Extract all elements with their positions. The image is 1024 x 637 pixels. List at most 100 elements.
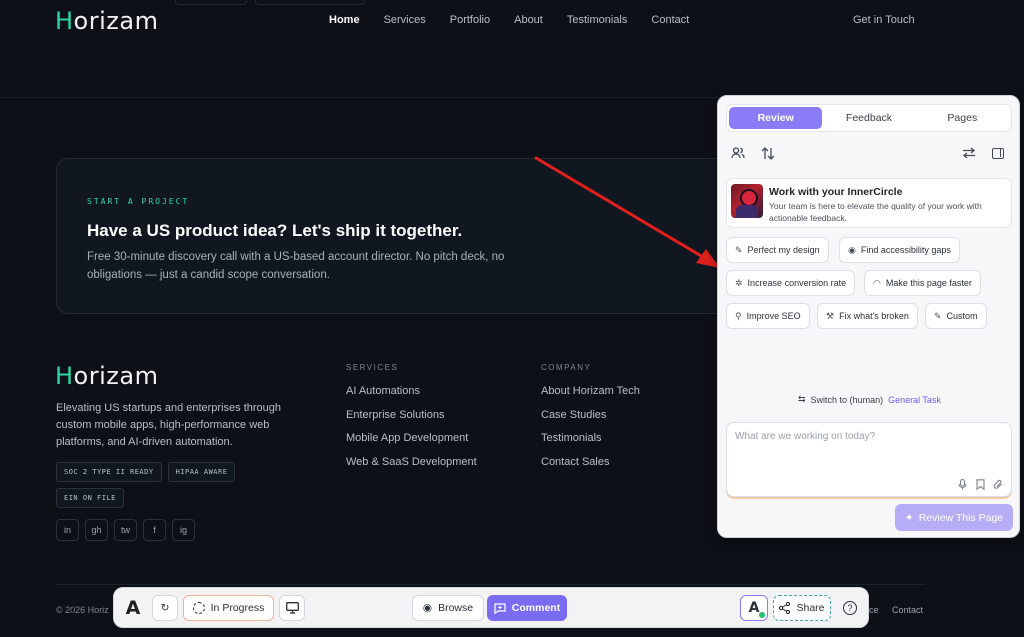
nav-links: Home Services Portfolio About Testimonia… — [329, 14, 689, 26]
service-link-enterprise[interactable]: Enterprise Solutions — [346, 409, 477, 433]
search-icon: ⚲ — [735, 310, 742, 321]
pencil-icon: ✎ — [934, 310, 942, 321]
chip-custom[interactable]: ✎ Custom — [925, 303, 987, 329]
monitor-icon — [285, 602, 299, 614]
eye-icon: ◉ — [848, 244, 856, 255]
chip-label: Make this page faster — [885, 278, 972, 288]
avatar — [731, 184, 763, 218]
general-task-link[interactable]: General Task — [888, 395, 941, 405]
footer-link-partial[interactable]: ce — [869, 605, 879, 615]
badge-soc2: SOC 2 TYPE II READY — [56, 462, 162, 482]
compliance-badges: SOC 2 TYPE II READY HIPAA AWARE EIN ON F… — [56, 462, 256, 508]
chip-seo[interactable]: ⚲ Improve SEO — [726, 303, 810, 329]
nav-link-contact[interactable]: Contact — [651, 14, 689, 26]
nav-link-services[interactable]: Services — [384, 14, 426, 26]
logo-text: orizam — [73, 7, 159, 35]
review-panel: Review Feedback Pages Work with your Inn… — [717, 95, 1020, 538]
badge-ein: EIN ON FILE — [56, 488, 124, 508]
twitter-icon[interactable]: tw — [114, 519, 137, 541]
sort-icon[interactable] — [760, 145, 776, 161]
review-button-label: Review This Page — [918, 511, 1004, 524]
nav-link-home[interactable]: Home — [329, 14, 360, 26]
help-button[interactable]: ? — [838, 595, 862, 621]
bookmark-icon[interactable] — [974, 478, 986, 490]
sparkle-icon: ✲ — [735, 277, 743, 288]
footer-link-contact[interactable]: Contact — [892, 605, 923, 615]
browse-label: Browse — [438, 602, 474, 614]
status-in-progress-button[interactable]: In Progress — [183, 595, 274, 621]
tab-feedback[interactable]: Feedback — [822, 107, 915, 129]
logo-h: H — [55, 362, 74, 390]
service-link-ai[interactable]: AI Automations — [346, 385, 477, 409]
help-icon: ? — [843, 601, 857, 615]
switch-task-link[interactable]: ⇆ Switch to (human) General Task — [798, 394, 941, 405]
copyright-text: © 2026 Horiz — [56, 605, 109, 615]
company-link-testimonials[interactable]: Testimonials — [541, 432, 640, 456]
nav-link-testimonials[interactable]: Testimonials — [567, 14, 628, 26]
sidebar-toggle-icon[interactable] — [990, 145, 1006, 161]
chip-conversion[interactable]: ✲ Increase conversion rate — [726, 270, 856, 296]
services-title: SERVICES — [346, 363, 399, 372]
team-icon[interactable] — [730, 145, 746, 161]
card-subtext: Free 30-minute discovery call with a US-… — [87, 251, 505, 281]
composer — [726, 422, 1012, 497]
intro-body: Your team is here to elevate the quality… — [769, 201, 982, 223]
share-button[interactable]: Share — [773, 595, 831, 621]
status-label: In Progress — [210, 602, 265, 614]
tab-pages[interactable]: Pages — [916, 107, 1009, 129]
innercircle-intro: Work with your InnerCircle Your team is … — [726, 178, 1012, 228]
linkedin-icon[interactable]: in — [56, 519, 79, 541]
progress-circle-icon — [192, 602, 205, 614]
badge-hipaa: HIPAA AWARE — [167, 462, 236, 482]
chip-faster[interactable]: ◠ Make this page faster — [864, 270, 981, 296]
facebook-icon[interactable]: f — [143, 519, 166, 541]
browse-button[interactable]: ◉ Browse — [412, 595, 484, 621]
chip-label: Perfect my design — [747, 245, 820, 255]
panel-tabs: Review Feedback Pages — [726, 104, 1012, 132]
company-link-contact-sales[interactable]: Contact Sales — [541, 456, 640, 480]
nav-link-portfolio[interactable]: Portfolio — [450, 14, 490, 26]
footer-logo[interactable]: Horizam — [55, 362, 158, 390]
company-link-about[interactable]: About Horizam Tech — [541, 385, 640, 409]
footer-bottom-divider — [56, 584, 926, 585]
refresh-button[interactable]: ↻ — [152, 595, 178, 621]
nav-logo[interactable]: Horizam — [55, 7, 158, 35]
sparkle-icon: ✦ — [904, 511, 914, 524]
comment-button[interactable]: Comment — [487, 595, 567, 621]
user-avatar-button[interactable]: A — [740, 595, 768, 621]
app-logo[interactable]: A — [122, 597, 144, 619]
ghost-tabs — [175, 0, 365, 5]
instagram-icon[interactable]: ig — [172, 519, 195, 541]
get-in-touch-link[interactable]: Get in Touch — [853, 14, 915, 26]
pencil-icon: ✎ — [735, 244, 743, 255]
social-links: in gh tw f ig — [56, 519, 195, 541]
chip-label: Find accessibility gaps — [860, 245, 951, 255]
chip-fix-broken[interactable]: ⚒ Fix what's broken — [817, 303, 918, 329]
review-this-page-button[interactable]: ✦ Review This Page — [895, 504, 1013, 531]
logo-h: H — [55, 7, 74, 35]
nav-link-about[interactable]: About — [514, 14, 543, 26]
swap-icon: ⇆ — [798, 394, 806, 404]
service-link-mobile[interactable]: Mobile App Development — [346, 432, 477, 456]
chip-accessibility[interactable]: ◉ Find accessibility gaps — [839, 237, 960, 263]
composer-input[interactable] — [735, 431, 995, 442]
annotation-arrow-icon — [534, 156, 720, 268]
share-icon — [779, 602, 791, 614]
logo-text: orizam — [73, 362, 159, 390]
paperclip-icon[interactable] — [992, 478, 1004, 490]
chip-label: Improve SEO — [746, 311, 801, 321]
footer-company-column: COMPANY About Horizam Tech Case Studies … — [541, 363, 640, 479]
github-icon[interactable]: gh — [85, 519, 108, 541]
chip-perfect-design[interactable]: ✎ Perfect my design — [726, 237, 829, 263]
card-eyebrow: START A PROJECT — [87, 197, 190, 206]
card-headline: Have a US product idea? Let's ship it to… — [87, 221, 463, 240]
chip-label: Fix what's broken — [839, 311, 909, 321]
tab-review[interactable]: Review — [729, 107, 823, 129]
service-link-web[interactable]: Web & SaaS Development — [346, 456, 477, 480]
microphone-icon[interactable] — [956, 478, 968, 490]
swap-icon[interactable] — [961, 145, 977, 161]
device-preview-button[interactable] — [279, 595, 305, 621]
switch-text: Switch to (human) — [810, 394, 884, 405]
comment-icon — [494, 602, 506, 614]
company-link-case-studies[interactable]: Case Studies — [541, 409, 640, 433]
